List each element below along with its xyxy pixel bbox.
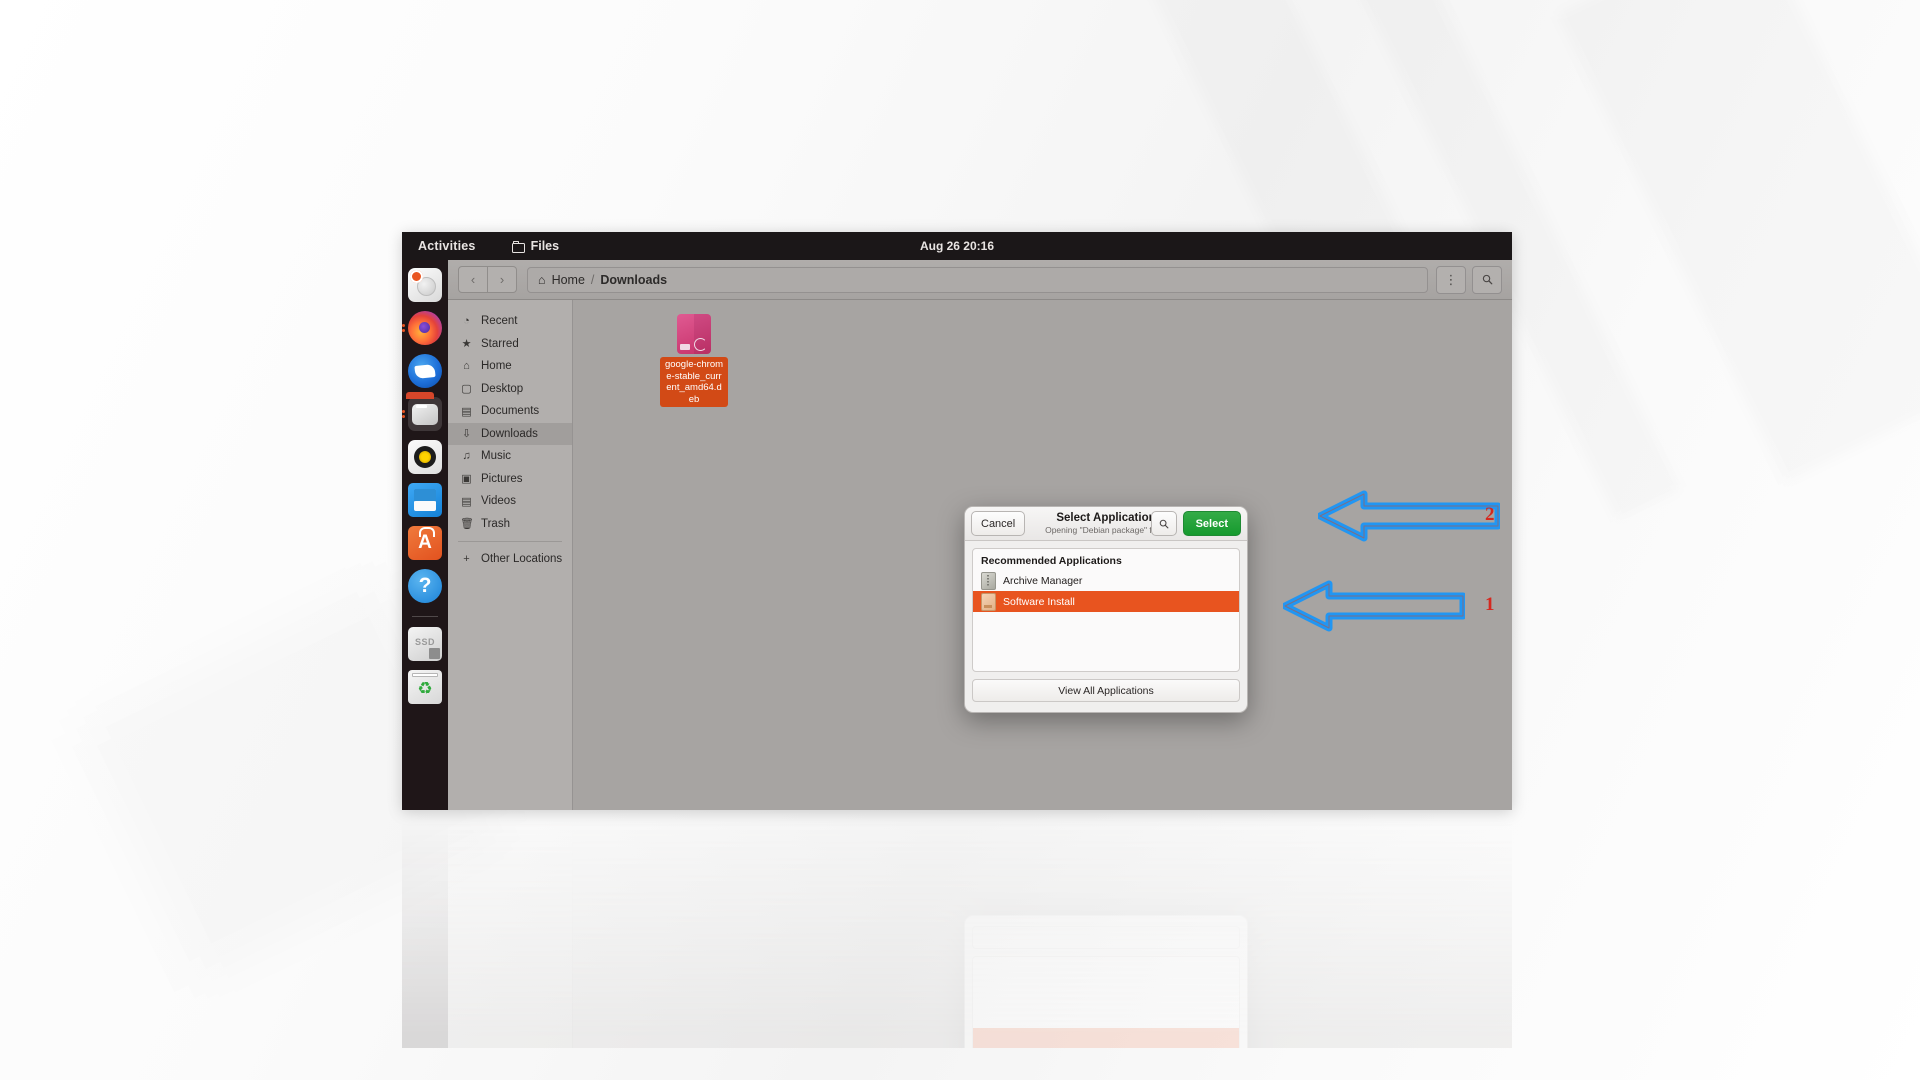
back-button[interactable]: ‹ — [458, 266, 488, 293]
ubuntu-dock — [402, 260, 448, 810]
dock-item-ssd-drive[interactable] — [408, 627, 442, 661]
clock[interactable]: Aug 26 20:16 — [402, 239, 1512, 253]
app-row-archive-manager[interactable]: Archive Manager — [973, 570, 1239, 591]
dock-item-trash[interactable] — [408, 670, 442, 704]
sidebar-item-label: Other Locations — [481, 553, 563, 566]
dock-item-files[interactable] — [402, 397, 442, 431]
file-name-label: google-chrome-stable_current_amd64.deb — [660, 357, 728, 407]
dock-item-ubuntu-installer-disk[interactable] — [408, 268, 442, 302]
annotation-number-2: 2 — [1485, 504, 1495, 525]
picture-icon: ▣ — [461, 473, 472, 486]
header-actions: ⋮ — [1436, 265, 1502, 294]
ssd-drive-icon — [408, 627, 442, 661]
download-icon: ⇩ — [461, 428, 472, 441]
select-button[interactable]: Select — [1182, 511, 1241, 536]
forward-button[interactable]: › — [488, 266, 517, 293]
dock-item-ubuntu-software[interactable] — [408, 526, 442, 560]
dock-item-firefox[interactable] — [402, 311, 442, 345]
annotation-arrow-2 — [1318, 490, 1500, 542]
sidebar-divider — [458, 541, 562, 542]
home-icon: ⌂ — [538, 272, 546, 287]
menu-button[interactable]: ⋮ — [1436, 265, 1466, 294]
file-item-deb-package[interactable]: google-chrome-stable_current_amd64.deb — [659, 314, 729, 407]
archive-manager-icon — [981, 571, 996, 590]
files-icon — [412, 403, 438, 425]
cancel-button[interactable]: Cancel — [971, 511, 1026, 536]
annotation-number-1: 1 — [1485, 594, 1495, 615]
breadcrumb-home[interactable]: Home — [552, 273, 585, 287]
sidebar-item-label: Home — [481, 360, 512, 373]
music-icon: ♫ — [462, 450, 471, 463]
running-indicator-files — [402, 410, 405, 418]
sidebar-item-videos[interactable]: ▤ Videos — [448, 490, 572, 513]
running-indicator-firefox — [402, 324, 405, 332]
software-install-icon — [981, 592, 996, 611]
sidebar-item-label: Music — [481, 450, 512, 463]
recommended-applications-list: Recommended Applications Archive Manager… — [972, 548, 1240, 672]
plus-icon: + — [463, 553, 470, 566]
view-all-applications-button[interactable]: View All Applications — [972, 679, 1240, 702]
sidebar-item-starred[interactable]: ★ Starred — [448, 333, 572, 356]
files-header-bar: ‹ › ⌂ Home / Downloads ⋮ — [448, 260, 1512, 300]
app-row-label: Software Install — [1003, 595, 1075, 608]
home-icon: ⌂ — [463, 360, 470, 373]
sidebar-item-documents[interactable]: ▤ Documents — [448, 400, 572, 423]
breadcrumb-current[interactable]: Downloads — [600, 273, 667, 287]
sidebar-item-pictures[interactable]: ▣ Pictures — [448, 468, 572, 491]
select-application-dialog: Cancel Select Application Opening "Debia… — [964, 506, 1248, 713]
sidebar-item-desktop[interactable]: ▢ Desktop — [448, 378, 572, 401]
sidebar-item-home[interactable]: ⌂ Home — [448, 355, 572, 378]
navigation-buttons: ‹ › — [458, 266, 517, 293]
sidebar-item-trash[interactable]: 🗑 Trash — [448, 513, 572, 536]
gnome-top-bar: Activities Files Aug 26 20:16 — [402, 232, 1512, 260]
sidebar-item-label: Trash — [481, 517, 510, 530]
thunderbird-icon — [408, 354, 442, 388]
sidebar-item-label: Recent — [481, 315, 518, 328]
sidebar-item-label: Downloads — [481, 427, 538, 440]
ubuntu-software-icon — [408, 526, 442, 560]
firefox-icon — [408, 311, 442, 345]
star-icon: ★ — [461, 338, 472, 351]
sidebar-item-label: Documents — [481, 405, 540, 418]
document-icon: ▤ — [461, 405, 472, 418]
deb-package-icon — [677, 314, 711, 354]
dock-item-rhythmbox[interactable] — [408, 440, 442, 474]
rhythmbox-icon — [408, 440, 442, 474]
dialog-search-icon[interactable] — [1150, 511, 1177, 536]
dock-separator — [412, 616, 438, 617]
desktop-icon: ▢ — [461, 383, 472, 396]
libreoffice-writer-icon — [408, 483, 442, 517]
sidebar-item-label: Videos — [481, 495, 516, 508]
sidebar-item-other-locations[interactable]: + Other Locations — [448, 548, 572, 571]
search-icon[interactable] — [1472, 265, 1502, 294]
list-header: Recommended Applications — [981, 555, 1122, 567]
breadcrumb[interactable]: ⌂ Home / Downloads — [527, 266, 1428, 293]
app-row-software-install[interactable]: Software Install — [973, 591, 1239, 612]
dialog-header: Cancel Select Application Opening "Debia… — [965, 507, 1247, 541]
help-icon — [408, 569, 442, 603]
annotation-arrow-1 — [1283, 580, 1465, 632]
dock-item-help[interactable] — [408, 569, 442, 603]
sidebar-item-label: Desktop — [481, 382, 524, 395]
breadcrumb-separator: / — [590, 272, 595, 287]
ubuntu-installer-disk-icon — [408, 268, 442, 302]
sidebar-item-downloads[interactable]: ⇩ Downloads — [448, 422, 572, 445]
dock-item-libreoffice-writer[interactable] — [408, 483, 442, 517]
sidebar-item-recent[interactable]: ◔ Recent — [448, 310, 572, 333]
places-sidebar: ◔ Recent ★ Starred ⌂ Home ▢ Desktop ▤ Do… — [448, 300, 573, 810]
trash-icon: 🗑 — [460, 518, 474, 531]
clock-icon: ◔ — [463, 315, 470, 328]
sidebar-item-label: Starred — [481, 337, 519, 350]
sidebar-item-music[interactable]: ♫ Music — [448, 445, 572, 468]
dock-item-thunderbird[interactable] — [408, 354, 442, 388]
trash-icon — [408, 670, 442, 704]
video-icon: ▤ — [461, 495, 472, 508]
sidebar-item-label: Pictures — [481, 472, 523, 485]
app-row-label: Archive Manager — [1003, 574, 1083, 587]
